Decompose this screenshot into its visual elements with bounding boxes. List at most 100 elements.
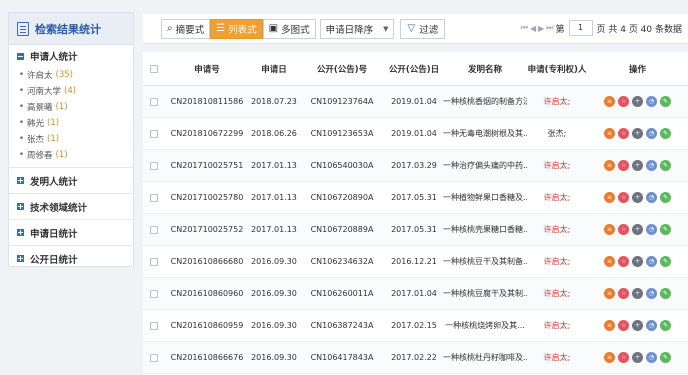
app-no-cell[interactable]: CN201810672299	[165, 129, 249, 138]
edit-icon[interactable]: ✎	[660, 192, 671, 203]
row-checkbox[interactable]	[150, 225, 158, 234]
row-checkbox[interactable]	[150, 289, 158, 298]
favorite-icon[interactable]: ☆	[618, 320, 629, 331]
favorite-icon[interactable]: ☆	[618, 96, 629, 107]
detail-icon[interactable]: ≡	[604, 224, 615, 235]
title-cell[interactable]: 一种治疗偏头痛的中药...	[443, 160, 527, 171]
add-icon[interactable]: +	[632, 288, 643, 299]
favorite-icon[interactable]: ☆	[618, 160, 629, 171]
applicant-stats-toggle[interactable]: 申请人统计	[9, 45, 133, 67]
detail-icon[interactable]: ≡	[604, 128, 615, 139]
edit-icon[interactable]: ✎	[660, 320, 671, 331]
prev-page-icon[interactable]: ◀	[530, 24, 536, 33]
inventor-stats-toggle[interactable]: 发明人统计	[9, 167, 133, 193]
detail-icon[interactable]: ≡	[604, 320, 615, 331]
applicant-item[interactable]: • 高景曦 (1)	[19, 99, 133, 115]
table-row[interactable]: CN201710025751 2017.01.13 CN106540030A 2017…	[143, 150, 688, 182]
app-no-cell[interactable]: CN201810811586	[165, 97, 249, 106]
title-cell[interactable]: 一种核桃香烟的制备方法	[443, 96, 527, 107]
favorite-icon[interactable]: ☆	[618, 128, 629, 139]
applicant-item[interactable]: • 张杰 (1)	[19, 131, 133, 147]
user-icon[interactable]: ◔	[646, 256, 657, 267]
tech-field-stats-toggle[interactable]: 技术领域统计	[9, 193, 133, 219]
app-no-cell[interactable]: CN201610866680	[165, 257, 249, 266]
applicant-item[interactable]: • 韩光 (1)	[19, 115, 133, 131]
holder-cell[interactable]: 许启太;	[527, 288, 587, 299]
detail-icon[interactable]: ≡	[604, 288, 615, 299]
holder-cell[interactable]: 许启太;	[527, 160, 587, 171]
detail-icon[interactable]: ≡	[604, 160, 615, 171]
edit-icon[interactable]: ✎	[660, 256, 671, 267]
page-number-input[interactable]: 1	[568, 20, 593, 36]
title-cell[interactable]: 一种核桃烧烤卵及其...	[443, 320, 527, 331]
favorite-icon[interactable]: ☆	[618, 352, 629, 363]
edit-icon[interactable]: ✎	[660, 224, 671, 235]
add-icon[interactable]: +	[632, 192, 643, 203]
summary-view-button[interactable]: ⌕ 摘要式	[161, 18, 211, 39]
table-row[interactable]: CN201710025780 2017.01.13 CN106720890A 2017…	[143, 182, 688, 214]
favorite-icon[interactable]: ☆	[618, 256, 629, 267]
edit-icon[interactable]: ✎	[660, 128, 671, 139]
app-no-cell[interactable]: CN201610860959	[165, 321, 249, 330]
holder-cell[interactable]: 许启太;	[527, 352, 587, 363]
user-icon[interactable]: ◔	[646, 128, 657, 139]
add-icon[interactable]: +	[632, 96, 643, 107]
table-row[interactable]: CN201710025752 2017.01.13 CN106720889A 2017…	[143, 214, 688, 246]
last-page-icon[interactable]: ⏭	[546, 23, 553, 33]
holder-cell[interactable]: 许启太;	[527, 192, 587, 203]
filter-button[interactable]: ▽ 过滤	[400, 18, 446, 39]
user-icon[interactable]: ◔	[646, 224, 657, 235]
edit-icon[interactable]: ✎	[660, 160, 671, 171]
table-row[interactable]: CN201610866676 2016.09.30 CN106417843A 2017…	[143, 342, 688, 374]
add-icon[interactable]: +	[632, 128, 643, 139]
user-icon[interactable]: ◔	[646, 352, 657, 363]
favorite-icon[interactable]: ☆	[618, 288, 629, 299]
list-view-button[interactable]: ☰ 列表式	[210, 18, 263, 39]
app-no-cell[interactable]: CN201710025752	[165, 225, 249, 234]
user-icon[interactable]: ◔	[646, 320, 657, 331]
table-row[interactable]: CN201610860959 2016.09.30 CN106387243A 2017…	[143, 310, 688, 342]
row-checkbox[interactable]	[150, 97, 158, 106]
row-checkbox[interactable]	[150, 353, 158, 362]
favorite-icon[interactable]: ☆	[618, 224, 629, 235]
first-page-icon[interactable]: ⏮	[521, 23, 528, 33]
detail-icon[interactable]: ≡	[604, 96, 615, 107]
holder-cell[interactable]: 许启太;	[527, 256, 587, 267]
row-checkbox[interactable]	[150, 129, 158, 138]
edit-icon[interactable]: ✎	[660, 288, 671, 299]
table-row[interactable]: CN201610860960 2016.09.30 CN106260011A 2017…	[143, 278, 688, 310]
detail-icon[interactable]: ≡	[604, 192, 615, 203]
image-view-button[interactable]: ▣ 多图式	[262, 18, 316, 39]
table-row[interactable]: CN201810811586 2018.07.23 CN109123764A 2019…	[143, 86, 688, 118]
detail-icon[interactable]: ≡	[604, 256, 615, 267]
user-icon[interactable]: ◔	[646, 96, 657, 107]
applicant-item[interactable]: • 许启太 (35)	[19, 67, 133, 83]
edit-icon[interactable]: ✎	[660, 352, 671, 363]
title-cell[interactable]: 一种核桃壳果糖口香糖...	[443, 224, 527, 235]
row-checkbox[interactable]	[150, 321, 158, 330]
add-icon[interactable]: +	[632, 320, 643, 331]
holder-cell[interactable]: 张杰;	[527, 128, 587, 139]
favorite-icon[interactable]: ☆	[618, 192, 629, 203]
title-cell[interactable]: 一种核桃豆干及其制备...	[443, 256, 527, 267]
next-page-icon[interactable]: ▶	[538, 24, 544, 33]
holder-cell[interactable]: 许启太;	[527, 224, 587, 235]
app-no-cell[interactable]: CN201610866676	[165, 353, 249, 362]
app-no-cell[interactable]: CN201710025751	[165, 161, 249, 170]
add-icon[interactable]: +	[632, 352, 643, 363]
applicant-item[interactable]: • 河南大学 (4)	[19, 83, 133, 99]
sort-select[interactable]: 申请日降序 ▼	[319, 18, 395, 39]
row-checkbox[interactable]	[150, 193, 158, 202]
app-no-cell[interactable]: CN201610860960	[165, 289, 249, 298]
title-cell[interactable]: 一种无毒电潮树根及其...	[443, 128, 527, 139]
add-icon[interactable]: +	[632, 224, 643, 235]
table-row[interactable]: CN201610866680 2016.09.30 CN106234632A 2016…	[143, 246, 688, 278]
row-checkbox[interactable]	[150, 257, 158, 266]
holder-cell[interactable]: 许启太;	[527, 96, 587, 107]
user-icon[interactable]: ◔	[646, 288, 657, 299]
row-checkbox[interactable]	[150, 161, 158, 170]
app-no-cell[interactable]: CN201710025780	[165, 193, 249, 202]
add-icon[interactable]: +	[632, 160, 643, 171]
table-row[interactable]: CN201810672299 2018.06.26 CN109123653A 2019…	[143, 118, 688, 150]
detail-icon[interactable]: ≡	[604, 352, 615, 363]
